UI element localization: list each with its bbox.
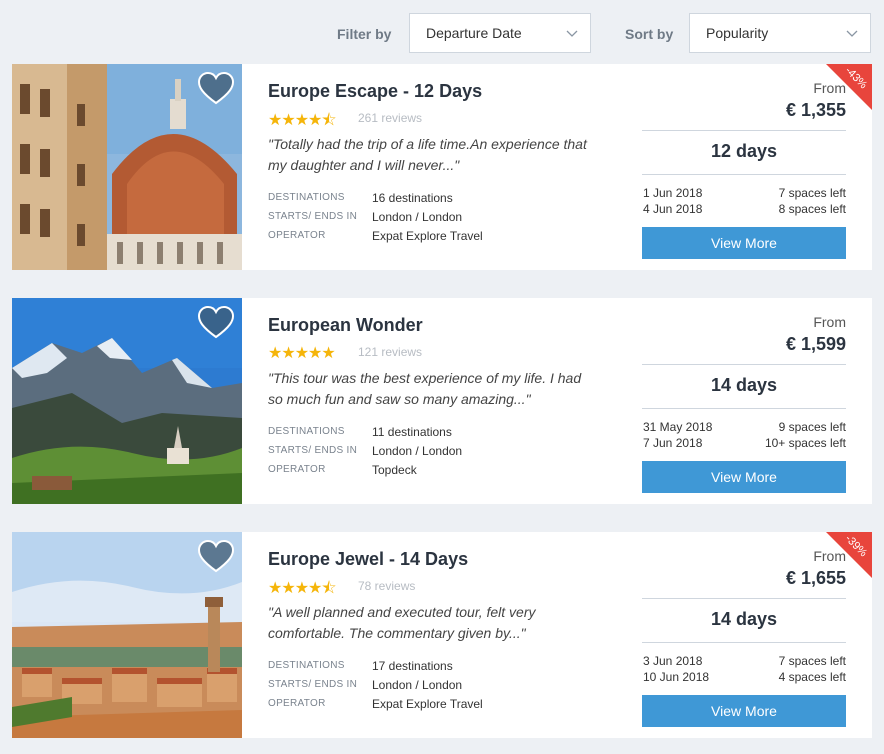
discount-badge: -39% — [826, 532, 872, 578]
spaces-left: 8 spaces left — [778, 202, 846, 216]
tour-title[interactable]: Europe Jewel - 14 Days — [268, 549, 468, 570]
operator-label: OPERATOR — [268, 464, 326, 475]
filter-by-label: Filter by — [337, 26, 392, 42]
view-more-button[interactable]: View More — [642, 227, 846, 259]
sort-by-label: Sort by — [625, 26, 674, 42]
departure-date-select[interactable]: Departure Date — [409, 13, 591, 53]
duration: 12 days — [710, 141, 778, 161]
starts-ends-value: London / London — [372, 444, 463, 458]
divider — [642, 130, 846, 131]
tour-card[interactable]: Europe Jewel - 14 Days ★★★★⯪ 78 reviews … — [12, 532, 872, 738]
tour-image-florence-city[interactable] — [12, 532, 242, 738]
departure-date[interactable]: 1 Jun 2018 — [643, 186, 702, 200]
departure-date[interactable]: 7 Jun 2018 — [643, 436, 702, 450]
view-more-button[interactable]: View More — [642, 461, 846, 493]
spaces-left: 7 spaces left — [778, 186, 846, 200]
review-count[interactable]: 121 reviews — [358, 345, 422, 359]
spaces-left: 7 spaces left — [778, 654, 846, 668]
tour-title[interactable]: European Wonder — [268, 315, 423, 336]
price: € 1,599 — [785, 334, 846, 354]
duration: 14 days — [710, 609, 778, 629]
heart-icon[interactable] — [198, 306, 234, 340]
duration: 14 days — [710, 375, 778, 395]
spaces-left: 9 spaces left — [778, 420, 846, 434]
review-quote: "This tour was the best experience of my… — [268, 370, 582, 407]
heart-icon[interactable] — [198, 540, 234, 574]
divider — [642, 408, 846, 409]
divider — [642, 174, 846, 175]
heart-icon[interactable] — [198, 72, 234, 106]
starts-ends-label: STARTS/ ENDS IN — [268, 445, 358, 456]
operator-label: OPERATOR — [268, 230, 326, 241]
sort-select-value: Popularity — [706, 25, 769, 41]
destinations-label: DESTINATIONS — [268, 426, 345, 437]
destinations-label: DESTINATIONS — [268, 660, 345, 671]
discount-badge: -43% — [826, 64, 872, 110]
review-quote: "A well planned and executed tour, felt … — [268, 604, 536, 641]
starts-ends-label: STARTS/ ENDS IN — [268, 211, 358, 222]
price-from-label: From — [813, 314, 846, 330]
divider — [642, 598, 846, 599]
operator-value: Expat Explore Travel — [372, 229, 483, 243]
destinations-value: 11 destinations — [372, 425, 452, 439]
tour-image-florence-cathedral[interactable] — [12, 64, 242, 270]
divider — [642, 642, 846, 643]
star-rating: ★★★★⯪ — [268, 112, 337, 129]
operator-value: Expat Explore Travel — [372, 697, 483, 711]
starts-ends-value: London / London — [372, 678, 463, 692]
starts-ends-label: STARTS/ ENDS IN — [268, 679, 358, 690]
tour-card[interactable]: European Wonder ★★★★★ 121 reviews "This … — [12, 298, 872, 504]
review-count[interactable]: 78 reviews — [358, 579, 415, 593]
spaces-left: 10+ spaces left — [764, 436, 846, 450]
destinations-value: 16 destinations — [372, 191, 453, 205]
operator-value: Topdeck — [372, 463, 417, 477]
review-quote: "Totally had the trip of a life time.An … — [268, 136, 587, 173]
operator-label: OPERATOR — [268, 698, 326, 709]
departure-date[interactable]: 3 Jun 2018 — [643, 654, 702, 668]
tour-title[interactable]: Europe Escape - 12 Days — [268, 81, 482, 102]
tour-image-mountain-valley[interactable] — [12, 298, 242, 504]
destinations-value: 17 destinations — [372, 659, 453, 673]
divider — [642, 364, 846, 365]
starts-ends-value: London / London — [372, 210, 463, 224]
spaces-left: 4 spaces left — [778, 670, 846, 684]
sort-select[interactable]: Popularity — [689, 13, 871, 53]
chevron-down-icon — [566, 30, 578, 37]
filter-select-value: Departure Date — [426, 25, 522, 41]
star-rating: ★★★★⯪ — [268, 580, 337, 597]
review-count[interactable]: 261 reviews — [358, 111, 422, 125]
departure-date[interactable]: 31 May 2018 — [643, 420, 712, 434]
star-rating: ★★★★★ — [268, 345, 336, 362]
tour-card[interactable]: Europe Escape - 12 Days ★★★★⯪ 261 review… — [12, 64, 872, 270]
departure-date[interactable]: 4 Jun 2018 — [643, 202, 702, 216]
chevron-down-icon — [846, 30, 858, 37]
destinations-label: DESTINATIONS — [268, 192, 345, 203]
toolbar: Filter by Departure Date Sort by Popular… — [0, 0, 884, 64]
departure-date[interactable]: 10 Jun 2018 — [643, 670, 709, 684]
view-more-button[interactable]: View More — [642, 695, 846, 727]
